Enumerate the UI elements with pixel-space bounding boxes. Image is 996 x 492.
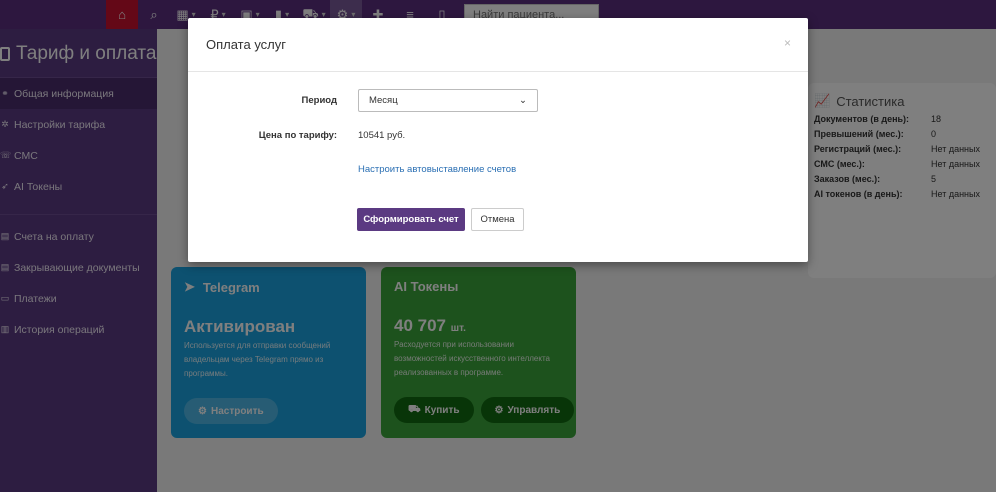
price-value: 10541 руб. bbox=[358, 130, 406, 141]
modal-title: Оплата услуг bbox=[206, 37, 287, 52]
price-row: Цена по тарифу: bbox=[188, 130, 337, 141]
generate-invoice-button[interactable]: Сформировать счет bbox=[357, 208, 465, 231]
cancel-button[interactable]: Отмена bbox=[471, 208, 524, 231]
period-selected-value: Месяц bbox=[369, 95, 398, 106]
period-row: Период bbox=[188, 95, 337, 106]
close-icon[interactable]: × bbox=[784, 36, 791, 50]
price-label: Цена по тарифу: bbox=[258, 130, 337, 141]
period-label: Период bbox=[301, 95, 337, 106]
auto-invoice-link[interactable]: Настроить автовыставление счетов bbox=[358, 164, 516, 175]
modal-header: Оплата услуг × bbox=[188, 18, 808, 72]
payment-modal: Оплата услуг × Период Месяц ⌄ Цена по та… bbox=[188, 18, 808, 262]
chevron-down-icon: ⌄ bbox=[519, 95, 527, 106]
period-select[interactable]: Месяц ⌄ bbox=[358, 89, 538, 112]
